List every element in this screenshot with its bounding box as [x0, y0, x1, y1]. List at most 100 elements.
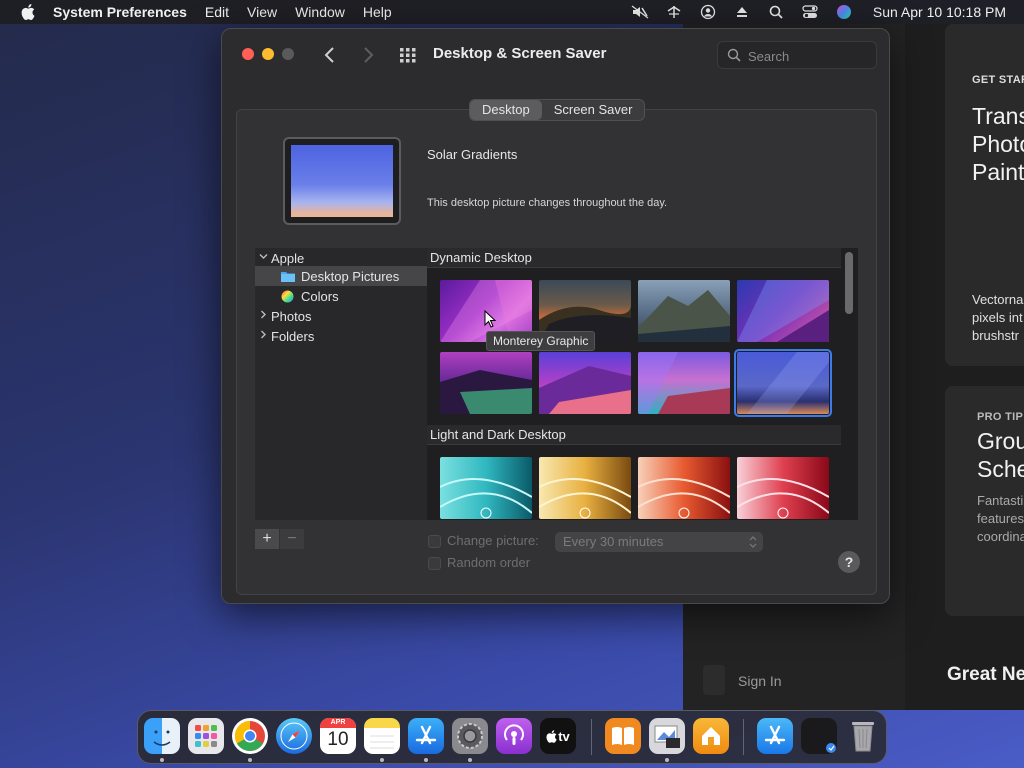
- podcasts-icon[interactable]: [496, 718, 532, 754]
- tip-card-pro-tip[interactable]: PRO TIP Grou Sche Fantasti features coor…: [945, 386, 1024, 616]
- calendar-icon[interactable]: APR 10: [320, 718, 356, 754]
- show-all-grid-icon[interactable]: [398, 45, 418, 65]
- chevron-right-icon[interactable]: [259, 330, 271, 342]
- safari-icon[interactable]: [276, 718, 312, 754]
- source-group-photos[interactable]: Photos: [259, 306, 311, 326]
- calendar-month: APR: [320, 718, 356, 728]
- search-field[interactable]: [717, 41, 877, 69]
- change-interval-select[interactable]: Every 30 minutes: [555, 532, 763, 552]
- change-picture-checkbox[interactable]: [428, 535, 441, 548]
- card-title: Grou Sche: [977, 428, 1024, 482]
- source-label: Photos: [271, 308, 312, 324]
- source-group-folders[interactable]: Folders: [259, 326, 314, 346]
- network-icon[interactable]: [663, 0, 685, 24]
- color-wheel-icon: [281, 290, 295, 303]
- remove-folder-button[interactable]: −: [280, 529, 304, 549]
- wallpaper-thumbnail-big-sur-coast[interactable]: [539, 352, 631, 414]
- wallpaper-thumbnail-light-dark-red[interactable]: [737, 457, 829, 519]
- wallpaper-thumbnail-solar-gradients[interactable]: [734, 349, 832, 417]
- interval-value: Every 30 minutes: [563, 534, 664, 549]
- source-item-colors[interactable]: Colors: [281, 286, 339, 306]
- control-center-icon[interactable]: [799, 0, 821, 24]
- menu-view[interactable]: View: [247, 4, 277, 20]
- tip-card-get-started[interactable]: GET STAR Trans Photo Paint Vectorna pixe…: [945, 24, 1024, 366]
- app-store-icon[interactable]: [408, 718, 444, 754]
- mute-icon[interactable]: [629, 0, 651, 24]
- wallpaper-thumbnail-big-sur-graphic[interactable]: [737, 280, 829, 342]
- menu-edit[interactable]: Edit: [205, 4, 229, 20]
- picture-gallery: Dynamic Desktop Light and Dark Desktop: [427, 248, 858, 520]
- minimize-button[interactable]: [262, 48, 274, 60]
- menu-clock[interactable]: Sun Apr 10 10:18 PM: [873, 4, 1006, 20]
- menu-bar: System Preferences Edit View Window Help…: [0, 0, 1024, 24]
- wallpaper-thumbnail-big-sur-night[interactable]: [440, 352, 532, 414]
- gallery-section-header: Dynamic Desktop: [427, 248, 841, 268]
- wallpaper-thumbnail-light-dark-yellow[interactable]: [539, 457, 631, 519]
- trash-icon[interactable]: [845, 718, 881, 754]
- random-order-checkbox[interactable]: [428, 557, 441, 570]
- dock-separator: [743, 719, 744, 755]
- gallery-scrollbar[interactable]: [845, 252, 853, 314]
- card-title: Trans Photo Paint: [972, 103, 1024, 185]
- desktop-preview: [283, 137, 401, 225]
- dock: APR 10 tv: [137, 710, 887, 764]
- running-indicator: [468, 758, 472, 762]
- mouse-cursor-icon: [484, 309, 497, 333]
- preview-app-icon[interactable]: [649, 718, 685, 754]
- siri-icon[interactable]: [833, 0, 855, 24]
- source-item-desktop-pictures[interactable]: Desktop Pictures: [255, 266, 427, 286]
- preview-image: [291, 145, 393, 217]
- home-icon[interactable]: [693, 718, 729, 754]
- close-button[interactable]: [242, 48, 254, 60]
- launchpad-icon[interactable]: [188, 718, 224, 754]
- books-icon[interactable]: [605, 718, 641, 754]
- avatar[interactable]: [703, 665, 725, 695]
- folder-icon: [281, 270, 295, 282]
- system-preferences-icon[interactable]: [452, 718, 488, 754]
- wallpaper-thumbnail-catalina-island[interactable]: [638, 280, 730, 342]
- sign-in-link[interactable]: Sign In: [738, 673, 782, 689]
- chevron-down-icon[interactable]: [259, 252, 271, 264]
- help-button[interactable]: ?: [838, 551, 860, 573]
- source-group-apple[interactable]: Apple: [259, 248, 427, 268]
- picture-description: This desktop picture changes throughout …: [427, 197, 668, 209]
- wallpaper-thumbnail-light-dark-orange[interactable]: [638, 457, 730, 519]
- card-kicker: PRO TIP: [977, 411, 1024, 423]
- title-bar[interactable]: Desktop & Screen Saver: [222, 29, 889, 81]
- eject-icon[interactable]: [731, 0, 753, 24]
- card-body: Vectorna pixels int brushstr: [972, 292, 1024, 343]
- tab-desktop[interactable]: Desktop: [470, 100, 542, 120]
- source-list: Apple Desktop Pictures Colors Photos Fol…: [255, 248, 427, 520]
- desktop-screen-saver-window: Desktop & Screen Saver Desktop Screen Sa…: [221, 28, 890, 604]
- zoom-button[interactable]: [282, 48, 294, 60]
- forward-button[interactable]: [360, 45, 376, 65]
- source-label: Desktop Pictures: [301, 268, 400, 284]
- apple-tv-label: tv: [558, 728, 570, 744]
- tab-screen-saver[interactable]: Screen Saver: [542, 100, 645, 120]
- apple-menu-icon[interactable]: [18, 3, 38, 21]
- apple-tv-icon[interactable]: tv: [540, 718, 576, 754]
- search-input[interactable]: [748, 46, 870, 66]
- menu-app-name[interactable]: System Preferences: [53, 4, 187, 20]
- window-title: Desktop & Screen Saver: [433, 45, 607, 62]
- chrome-icon[interactable]: [232, 718, 268, 754]
- spotlight-search-icon[interactable]: [765, 0, 787, 24]
- applications-folder-icon[interactable]: [757, 718, 793, 754]
- back-button[interactable]: [322, 45, 338, 65]
- menu-help[interactable]: Help: [363, 4, 392, 20]
- random-order-label: Random order: [447, 555, 531, 570]
- add-folder-button[interactable]: +: [255, 529, 279, 549]
- card-body: Fantasti features coordina: [977, 493, 1024, 544]
- user-account-icon[interactable]: [697, 0, 719, 24]
- menu-window[interactable]: Window: [295, 4, 345, 20]
- chevron-right-icon[interactable]: [259, 310, 271, 322]
- source-label: Apple: [271, 250, 305, 266]
- wallpaper-thumbnail-big-sur-aerial[interactable]: [638, 352, 730, 414]
- notes-icon[interactable]: [364, 718, 400, 754]
- downloads-stack-icon[interactable]: [801, 718, 837, 754]
- add-remove-control: + −: [255, 529, 305, 549]
- finder-icon[interactable]: [144, 718, 180, 754]
- wallpaper-thumbnail-light-dark-teal[interactable]: [440, 457, 532, 519]
- section-heading: Great Ne: [947, 664, 1024, 685]
- source-label: Folders: [271, 328, 315, 344]
